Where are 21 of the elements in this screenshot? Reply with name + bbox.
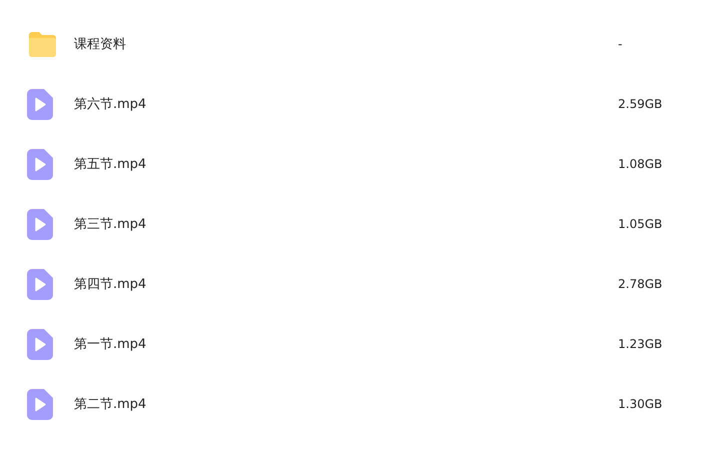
file-size: - xyxy=(618,37,622,51)
video-file-icon xyxy=(27,148,53,180)
file-size: 1.08GB xyxy=(618,157,662,171)
file-name[interactable]: 课程资料 xyxy=(74,35,618,53)
video-file-icon xyxy=(27,88,53,120)
file-name[interactable]: 第三节.mp4 xyxy=(74,215,618,233)
file-size: 1.23GB xyxy=(618,337,662,351)
video-file-icon xyxy=(27,328,53,360)
file-name[interactable]: 第五节.mp4 xyxy=(74,155,618,173)
file-size: 1.05GB xyxy=(618,217,662,231)
file-size: 1.30GB xyxy=(618,397,662,411)
file-name[interactable]: 第四节.mp4 xyxy=(74,275,618,293)
video-file-icon xyxy=(27,268,53,300)
video-file-icon xyxy=(27,388,53,420)
file-name[interactable]: 第一节.mp4 xyxy=(74,335,618,353)
file-name[interactable]: 第二节.mp4 xyxy=(74,395,618,413)
video-file-icon xyxy=(27,208,53,240)
file-name[interactable]: 第六节.mp4 xyxy=(74,95,618,113)
file-size: 2.78GB xyxy=(618,277,662,291)
file-size: 2.59GB xyxy=(618,97,662,111)
folder-icon xyxy=(27,30,58,58)
